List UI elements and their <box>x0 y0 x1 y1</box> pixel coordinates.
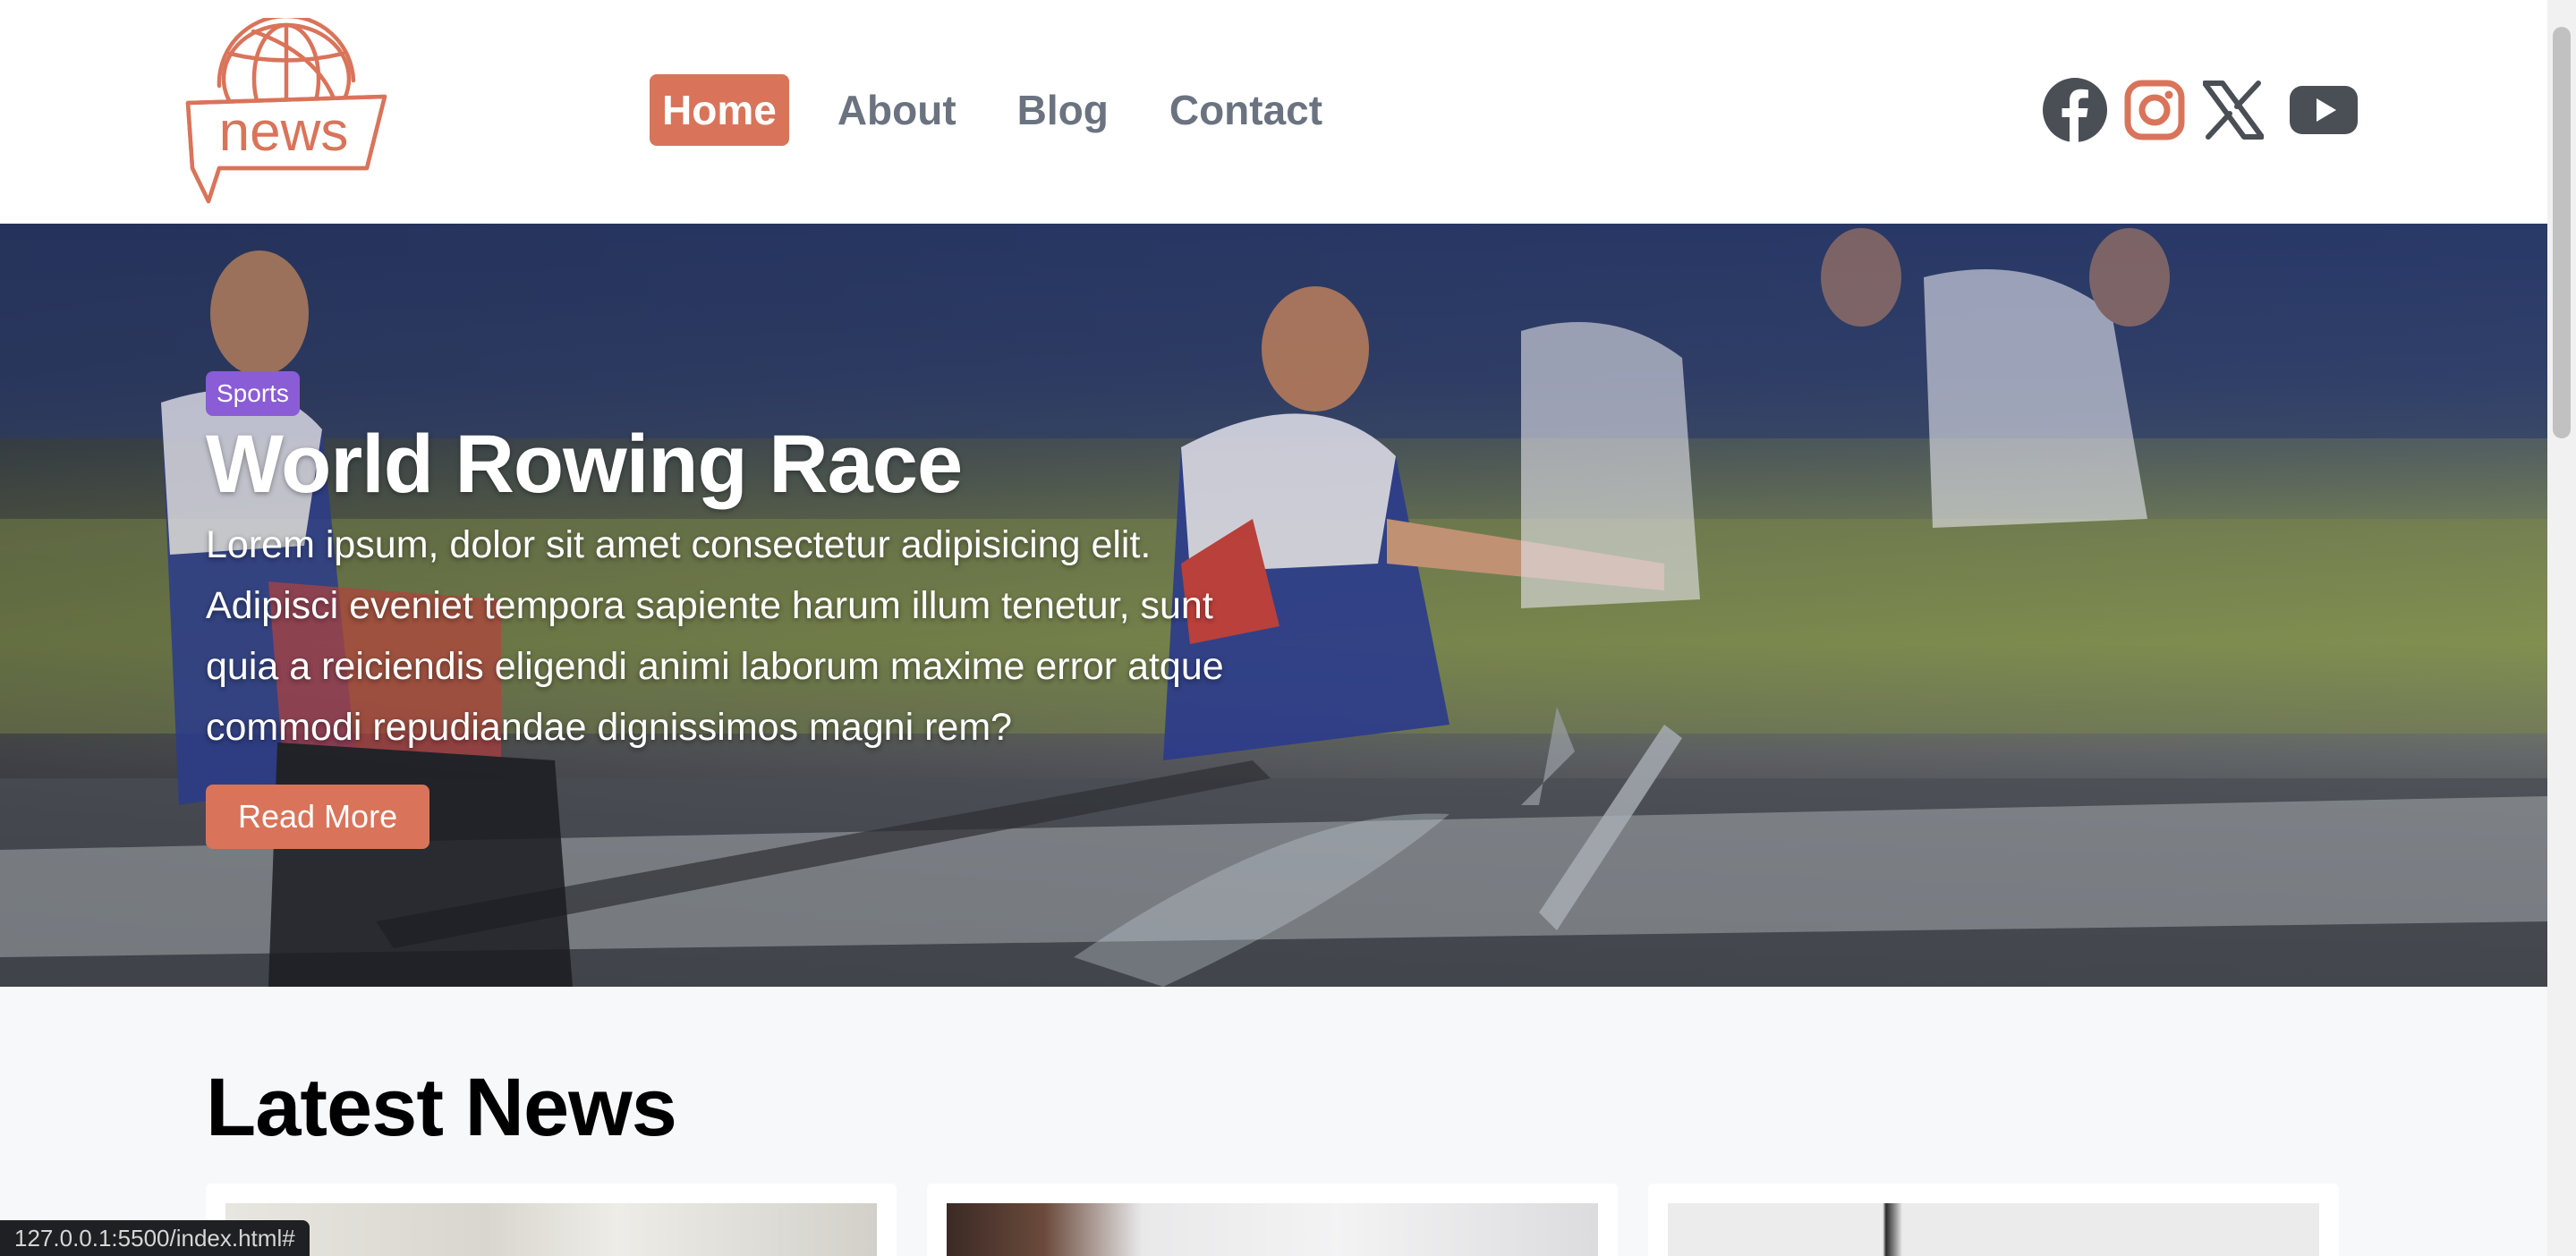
section-title: Latest News <box>206 1062 677 1153</box>
read-more-button[interactable]: Read More <box>206 785 430 849</box>
site-header: news Home About Blog Contact <box>0 0 2547 224</box>
scrollbar-thumb[interactable] <box>2553 27 2571 438</box>
hero-banner: Sports World Rowing Race Lorem ipsum, do… <box>0 224 2547 987</box>
news-card[interactable] <box>927 1184 1618 1256</box>
category-badge[interactable]: Sports <box>206 371 300 416</box>
nav-home[interactable]: Home <box>650 74 789 146</box>
nav-contact[interactable]: Contact <box>1157 74 1335 146</box>
status-bar-url: 127.0.0.1:5500/index.html# <box>0 1220 310 1256</box>
news-card[interactable] <box>1648 1184 2339 1256</box>
hero-title: World Rowing Race <box>206 419 963 510</box>
nav-blog[interactable]: Blog <box>1005 74 1121 146</box>
latest-news-section: Latest News <box>0 987 2547 1256</box>
nav-about[interactable]: About <box>825 74 969 146</box>
x-link[interactable] <box>2203 77 2264 143</box>
globe-speech-logo-icon: news <box>185 13 387 204</box>
instagram-icon <box>2124 80 2185 140</box>
logo-text: news <box>219 101 349 163</box>
x-icon <box>2203 81 2264 140</box>
instagram-link[interactable] <box>2124 77 2185 143</box>
news-logo[interactable]: news <box>183 13 389 206</box>
facebook-icon <box>2043 78 2107 142</box>
news-card[interactable] <box>206 1184 897 1256</box>
facebook-link[interactable] <box>2042 77 2108 143</box>
news-card-image[interactable] <box>947 1203 1598 1256</box>
hero-description: Lorem ipsum, dolor sit amet consectetur … <box>206 523 1224 749</box>
main-nav: Home About Blog Contact <box>650 73 1371 147</box>
youtube-link[interactable] <box>2288 77 2359 143</box>
hero-content: Sports World Rowing Race Lorem ipsum, do… <box>206 371 1279 849</box>
page-scrollbar[interactable] <box>2547 0 2576 1256</box>
news-card-image[interactable] <box>225 1203 877 1256</box>
youtube-icon <box>2290 86 2358 134</box>
news-card-image[interactable] <box>1668 1203 2319 1256</box>
